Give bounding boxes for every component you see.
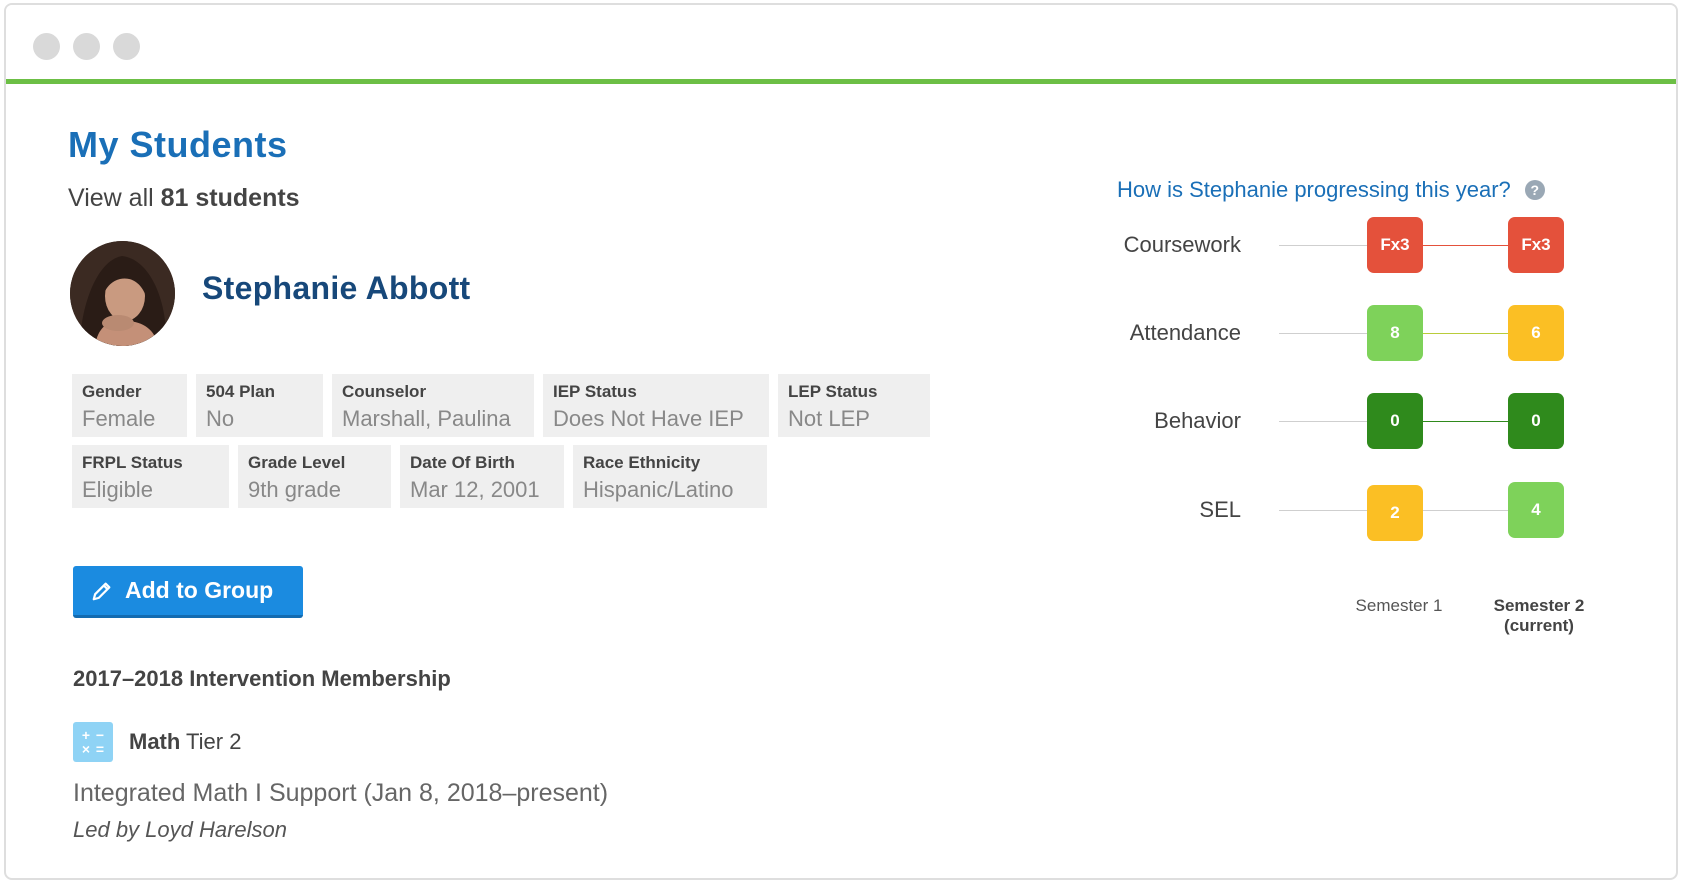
metric-trend-line [1423, 510, 1508, 511]
student-attributes: Gender Female 504 Plan No Counselor Marshal… [72, 374, 932, 516]
attribute-chip: Counselor Marshall, Paulina [332, 374, 534, 437]
attribute-value: Eligible [82, 477, 153, 502]
attribute-label: FRPL Status [82, 453, 183, 472]
attribute-chip: LEP Status Not LEP [778, 374, 930, 437]
semester-1-label: Semester 1 [1355, 596, 1443, 615]
attribute-chip: 504 Plan No [196, 374, 323, 437]
page-title: My Students [68, 124, 288, 165]
attribute-label: LEP Status [788, 382, 878, 401]
attribute-value: Marshall, Paulina [342, 406, 511, 431]
attribute-value: 9th grade [248, 477, 341, 502]
main-content: My Students View all 81 students Stephan… [6, 84, 1676, 878]
metric-score-semester-1[interactable]: Fx3 [1367, 217, 1423, 273]
window-close-dot[interactable] [33, 33, 60, 60]
semester-2-name: Semester 2 [1493, 596, 1585, 615]
pencil-icon [92, 582, 111, 600]
metric-score-semester-2[interactable]: 6 [1508, 305, 1564, 361]
view-all-students-link[interactable]: View all 81 students [68, 184, 300, 213]
question-circle-icon[interactable]: ? [1524, 180, 1545, 200]
metric-label-attendance: Attendance [1129, 320, 1241, 345]
metric-baseline [1279, 245, 1367, 246]
intervention-leader: Led by Loyd Harelson [73, 817, 288, 842]
attribute-label: 504 Plan [206, 382, 275, 401]
add-to-group-label: Add to Group [125, 577, 274, 603]
attribute-label: Date Of Birth [410, 453, 515, 472]
attribute-label: Race Ethnicity [583, 453, 701, 472]
metric-trend-line [1423, 421, 1508, 422]
metric-baseline [1279, 333, 1367, 334]
attribute-chip: Date Of Birth Mar 12, 2001 [400, 445, 564, 508]
metric-label-sel: SEL [1199, 497, 1241, 522]
attribute-chip: Race Ethnicity Hispanic/Latino [573, 445, 767, 508]
attribute-value: Does Not Have IEP [553, 406, 744, 431]
attribute-value: Mar 12, 2001 [410, 477, 540, 502]
progress-question-text: How is Stephanie progressing this year? [1117, 177, 1511, 202]
metric-trend-line [1423, 245, 1508, 246]
attributes-row-1: Gender Female 504 Plan No Counselor Marshal… [72, 374, 932, 437]
tier-label: Tier 2 [180, 729, 242, 754]
metric-score-semester-2[interactable]: 4 [1508, 482, 1564, 538]
avatar-photo [70, 241, 175, 346]
intervention-subject-row: + − × = Math Tier 2 [73, 722, 241, 762]
metric-score-semester-1[interactable]: 2 [1367, 485, 1423, 541]
attribute-chip: IEP Status Does Not Have IEP [543, 374, 769, 437]
subject-name: Math [129, 729, 181, 754]
window-minimize-dot[interactable] [73, 33, 100, 60]
intervention-course: Integrated Math I Support (Jan 8, 2018–p… [73, 779, 609, 807]
metric-score-semester-2[interactable]: 0 [1508, 393, 1564, 449]
student-name: Stephanie Abbott [202, 270, 471, 306]
attribute-label: IEP Status [553, 382, 637, 401]
title-bar [6, 5, 1676, 84]
metric-score-semester-2[interactable]: Fx3 [1508, 217, 1564, 273]
attribute-chip: Gender Female [72, 374, 187, 437]
metric-score-semester-1[interactable]: 0 [1367, 393, 1423, 449]
attribute-value: No [206, 406, 235, 431]
calculator-icon: + − × = [73, 722, 113, 762]
attribute-value: Not LEP [788, 406, 870, 431]
attribute-chip: Grade Level 9th grade [238, 445, 391, 508]
progress-question: How is Stephanie progressing this year? … [1117, 177, 1545, 203]
student-avatar [70, 241, 175, 346]
attribute-label: Gender [82, 382, 142, 401]
intervention-subject: Math Tier 2 [129, 729, 241, 755]
metric-label-coursework: Coursework [1123, 232, 1241, 257]
metric-score-semester-1[interactable]: 8 [1367, 305, 1423, 361]
metric-baseline [1279, 421, 1367, 422]
attribute-label: Counselor [342, 382, 427, 401]
metric-baseline [1279, 510, 1367, 511]
semester-2-label: Semester 2 (current) [1474, 596, 1604, 636]
add-to-group-button[interactable]: Add to Group [73, 566, 303, 618]
app-window: My Students View all 81 students Stephan… [4, 3, 1678, 880]
attributes-row-2: FRPL Status Eligible Grade Level 9th grade… [72, 445, 932, 508]
attribute-label: Grade Level [248, 453, 346, 472]
metric-trend-line [1423, 333, 1508, 334]
window-maximize-dot[interactable] [113, 33, 140, 60]
view-all-prefix: View all [68, 184, 161, 212]
student-count: 81 students [160, 184, 300, 212]
attribute-value: Hispanic/Latino [583, 477, 734, 502]
attribute-chip: FRPL Status Eligible [72, 445, 229, 508]
semester-2-current: (current) [1504, 616, 1574, 635]
intervention-title: 2017–2018 Intervention Membership [73, 666, 451, 691]
attribute-value: Female [82, 406, 156, 431]
metric-label-behavior: Behavior [1154, 408, 1241, 433]
